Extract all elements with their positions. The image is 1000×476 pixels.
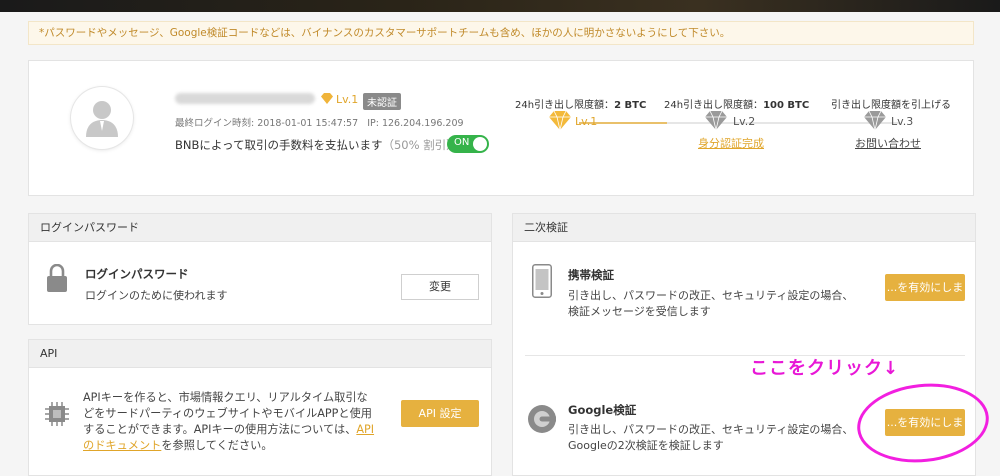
identity-verify-link[interactable]: 身分認証完成: [698, 135, 764, 151]
level-1-label: Lv.1: [575, 115, 598, 128]
limit-lv1-header: 24h引き出し限度額：2 BTC: [515, 100, 647, 111]
login-password-panel: ログインパスワード ログインパスワード ログインのために使われます 変更: [28, 213, 492, 325]
api-desc: APIキーを作ると、市場情報クエリ、リアルタイム取引な どをサードパーティのウェ…: [83, 391, 375, 452]
diamond-gold-icon: [549, 111, 571, 130]
mobile-phone-icon: [532, 264, 552, 298]
user-level: Lv.1: [336, 93, 359, 106]
avatar[interactable]: [71, 87, 133, 149]
api-panel: API APIキーを作ると、市場情報クエリ、リアルタイム取引な どをサードパーテ…: [28, 339, 492, 476]
security-notice: *パスワードやメッセージ、Google検証コードなどは、バイナンスのカスタマーサ…: [28, 21, 974, 45]
limit-lv3-header: 引き出し限度額を引上げる: [831, 100, 951, 111]
level-2-label: Lv.2: [733, 115, 756, 128]
chip-icon: [45, 402, 69, 426]
diamond-gray-icon: [864, 111, 886, 130]
lock-icon: [47, 264, 67, 292]
google-authenticator-icon: [528, 405, 556, 433]
profile-card: Lv.1 未認証 最終ログイン時刻: 2018-01-01 15:47:57 I…: [28, 60, 974, 196]
diamond-gold-icon: [321, 93, 333, 104]
last-login: 最終ログイン時刻: 2018-01-01 15:47:57 IP: 126.20…: [175, 118, 464, 129]
change-password-button[interactable]: 変更: [401, 274, 479, 300]
email-masked: [175, 93, 315, 104]
click-here-annotation: ここをクリック↓: [750, 358, 900, 379]
login-password-desc: ログインのために使われます: [85, 289, 228, 302]
enable-sms-button[interactable]: ...を有効にしま: [885, 274, 965, 301]
api-settings-button[interactable]: API 設定: [401, 400, 479, 427]
level-3-label: Lv.3: [891, 115, 914, 128]
google-verify-title: Google検証: [568, 403, 637, 417]
panel-header: API: [29, 340, 491, 368]
diamond-gray-icon: [705, 111, 727, 130]
api-doc-link-cont[interactable]: のドキュメント: [83, 439, 161, 452]
top-banner: [0, 0, 1000, 12]
sms-verify-desc: 引き出し、パスワードの改正、セキュリティ設定の場合、 検証メッセージを受信します: [568, 289, 854, 318]
contact-link[interactable]: お問い合わせ: [855, 135, 921, 151]
status-badge: 未認証: [363, 93, 401, 110]
limit-lv2-header: 24h引き出し限度額：100 BTC: [664, 100, 810, 111]
google-verify-desc: 引き出し、パスワードの改正、セキュリティ設定の場合、 Googleの2次検証を検…: [568, 423, 854, 452]
user-icon: [86, 101, 118, 137]
panel-header: ログインパスワード: [29, 214, 491, 242]
bnb-fee-text: BNBによって取引の手数料を支払います（50% 割引）: [175, 138, 458, 152]
sms-verify-title: 携帯検証: [568, 268, 614, 282]
panel-header: 二次検証: [513, 214, 975, 242]
bnb-fee-toggle[interactable]: ON: [447, 135, 489, 153]
login-password-title: ログインパスワード: [85, 267, 189, 281]
api-doc-link[interactable]: API: [356, 423, 374, 436]
